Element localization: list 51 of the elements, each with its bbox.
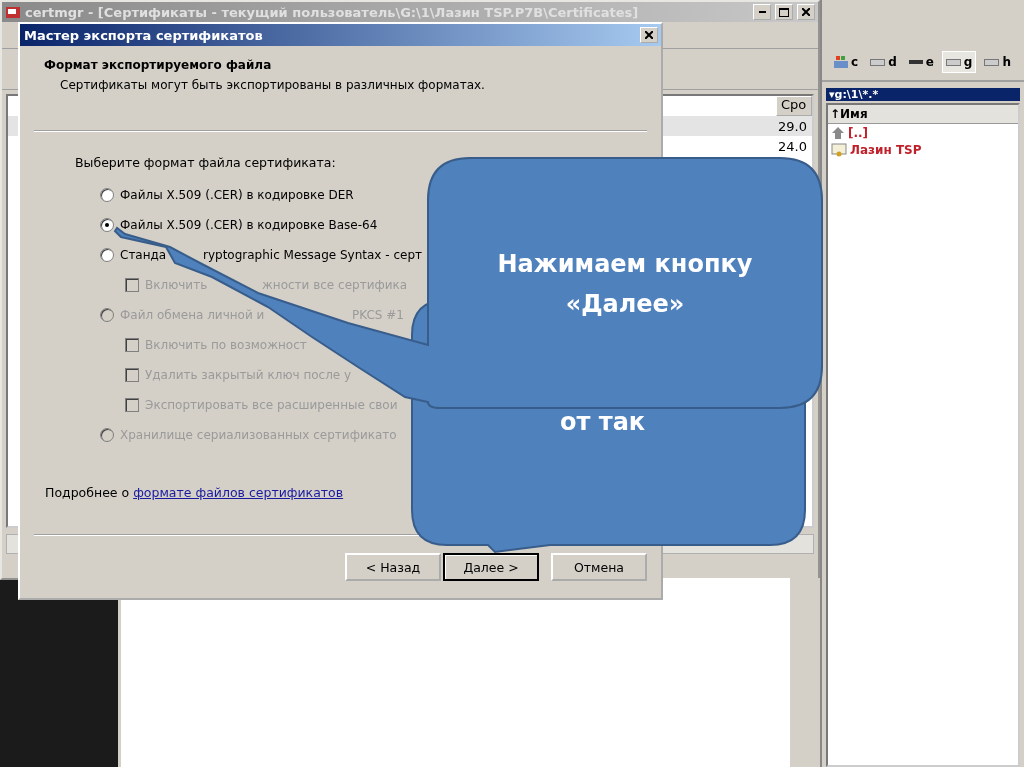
option-label: жности все сертифика: [262, 278, 408, 292]
drive-button[interactable]: g: [941, 51, 977, 73]
option-label: Включить: [145, 278, 209, 292]
option-label: Включить по возможност: [145, 338, 307, 352]
wizard-button[interactable]: < Назад: [345, 553, 441, 581]
option-label: ryptographic Message Syntax - серт: [203, 248, 422, 262]
option-label: Файлы X.509 (.CER) в кодировке Base-64: [120, 218, 378, 232]
file-row[interactable]: [..]: [828, 124, 1018, 141]
app-icon: [5, 4, 21, 20]
minimize-icon: [758, 11, 766, 13]
option-label: PKCS #1: [352, 308, 404, 322]
option-label: Файлы X.509 (.CER) в кодировке DER: [120, 188, 354, 202]
option-label: Станда: [120, 248, 168, 262]
option-label: Файл обмена личной и: [120, 308, 266, 322]
drive-icon: [908, 60, 923, 64]
callout-text: Нажимаем кнопку «Далее»: [496, 249, 754, 320]
help-text: Подробнее о: [45, 485, 130, 500]
option-label: Удалить закрытый ключ после у: [145, 368, 352, 382]
radio-button[interactable]: [100, 188, 114, 202]
option-label: Хранилище сериализованных сертификато: [120, 428, 397, 442]
page-description: Сертификаты могут быть экспортированы в различных форматах.: [59, 78, 486, 92]
certificate-icon: [831, 142, 847, 157]
drive-button[interactable]: c: [830, 51, 863, 73]
column-header[interactable]: ↑Имя: [828, 105, 1018, 124]
drive-icon: [870, 58, 886, 66]
radio-button[interactable]: [100, 218, 114, 232]
wizard-button[interactable]: Далее >: [443, 553, 539, 581]
drive-icon: [834, 56, 848, 68]
option-label: Экспортировать все расширенные свои: [145, 398, 398, 412]
dialog-title: Мастер экспорта сертификатов: [24, 27, 264, 43]
radio-button[interactable]: [100, 248, 114, 262]
close-icon: [802, 8, 810, 16]
close-icon: [645, 31, 653, 39]
drive-icon: [945, 58, 961, 66]
prompt-text: Выберите формат файла сертификата:: [75, 155, 337, 170]
column-header[interactable]: Сро: [776, 96, 812, 116]
maximize-icon: [779, 7, 789, 17]
drive-button[interactable]: d: [866, 51, 901, 73]
file-row[interactable]: Лазин TSP: [828, 141, 1018, 158]
drive-button[interactable]: e: [904, 51, 938, 73]
drive-button[interactable]: h: [980, 51, 1015, 73]
date-cell-text: 24.0: [778, 138, 808, 154]
close-button[interactable]: [640, 27, 658, 43]
format-link[interactable]: формате файлов сертификатов: [133, 485, 344, 500]
page-heading: Формат экспортируемого файла: [44, 58, 273, 72]
wizard-button[interactable]: Отмена: [551, 553, 647, 581]
path-bar: ▾g:\1\*.*: [826, 88, 1020, 101]
up-arrow-icon: [831, 125, 845, 140]
callout-text: от так: [560, 407, 646, 438]
date-cell-text: 29.0: [778, 118, 808, 134]
drive-icon: [984, 58, 1000, 66]
